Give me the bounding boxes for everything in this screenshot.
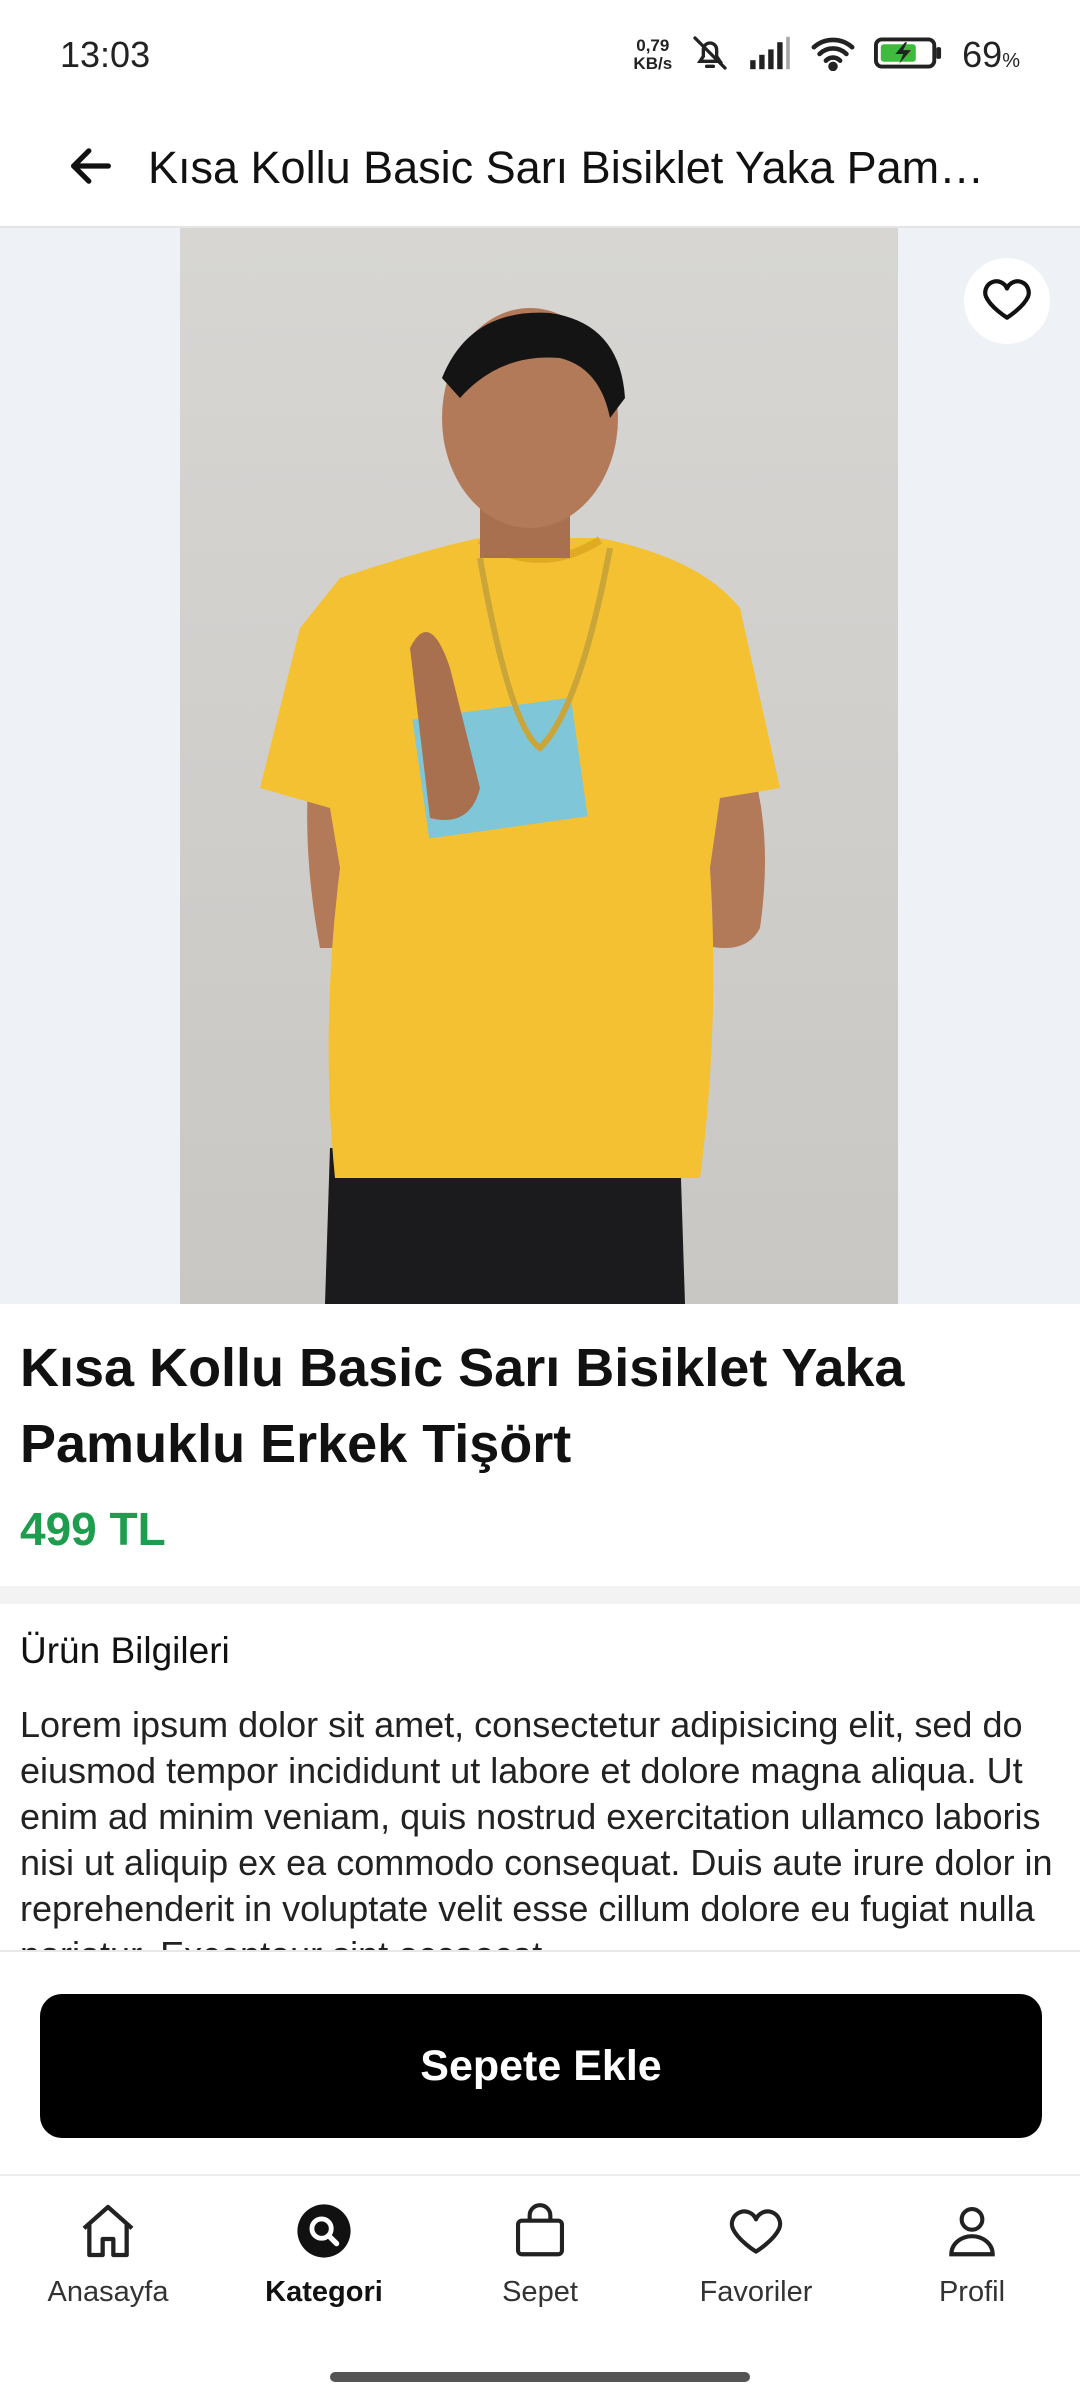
home-indicator[interactable] [330,2372,750,2382]
nav-label: Sepet [502,2276,578,2308]
back-button[interactable] [56,133,126,203]
wifi-icon [810,35,856,76]
description-title: Ürün Bilgileri [20,1630,230,1671]
battery-percent: 69% [962,34,1020,76]
page-title: Kısa Kollu Basic Sarı Bisiklet Yaka Pamu… [148,142,1008,193]
shopping-bag-icon [505,2196,575,2266]
product-description[interactable]: Ürün Bilgileri Lorem ipsum dolor sit ame… [0,1604,1080,1952]
section-divider [0,1586,1080,1604]
cart-action-area: Sepete Ekle [0,1954,1080,2176]
battery-percent-unit: % [1002,50,1020,72]
nav-item-kategori[interactable]: Kategori [216,2176,432,2356]
nav-item-sepet[interactable]: Sepet [432,2176,648,2356]
bottom-navigation: Anasayfa Kategori Sepet Favoriler Profil [0,2176,1080,2356]
nav-label: Anasayfa [47,2276,169,2308]
mute-icon [690,33,730,78]
network-speed: 0,79 KB/s [633,37,672,73]
nav-label: Kategori [265,2276,383,2308]
product-info: Kısa Kollu Basic Sarı Bisiklet Yaka Pamu… [0,1304,1080,1586]
heart-icon [721,2196,791,2266]
battery-percent-value: 69 [962,34,1003,75]
status-bar: 13:03 0,79 KB/s 69% [0,0,1080,110]
nav-item-profil[interactable]: Profil [864,2176,1080,2356]
network-speed-unit: KB/s [633,54,673,73]
signal-icon [748,35,792,76]
status-icons: 0,79 KB/s 69% [633,33,1020,78]
arrow-left-icon [65,140,117,197]
nav-item-favoriler[interactable]: Favoriler [648,2176,864,2356]
heart-outline-icon [979,271,1035,332]
nav-item-anasayfa[interactable]: Anasayfa [0,2176,216,2356]
battery-charging-icon [874,35,944,76]
network-speed-value: 0,79 [636,36,670,55]
nav-label: Favoriler [699,2276,813,2308]
product-image[interactable] [180,228,898,1304]
product-gallery[interactable] [0,228,1080,1304]
favorite-button[interactable] [964,258,1050,344]
nav-label: Profil [938,2276,1006,2308]
description-text: Lorem ipsum dolor sit amet, consectetur … [20,1704,1053,1950]
product-price: 499 TL [20,1503,166,1555]
user-icon [937,2196,1007,2266]
product-name: Kısa Kollu Basic Sarı Bisiklet Yaka Pamu… [20,1338,905,1474]
status-time: 13:03 [60,34,151,75]
search-circle-icon [289,2196,359,2266]
home-icon [73,2196,143,2266]
add-to-cart-button[interactable]: Sepete Ekle [40,1994,1042,2138]
app-bar: Kısa Kollu Basic Sarı Bisiklet Yaka Pamu… [0,110,1080,228]
